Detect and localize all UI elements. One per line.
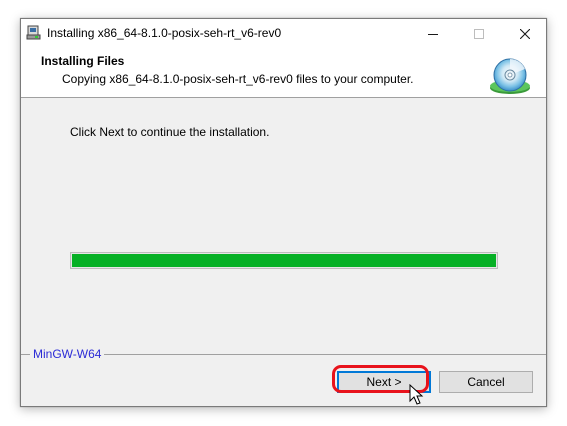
title-bar[interactable]: Installing x86_64-8.1.0-posix-seh-rt_v6-… xyxy=(21,19,546,48)
page-subtitle: Copying x86_64-8.1.0-posix-seh-rt_v6-rev… xyxy=(62,72,414,86)
minimize-icon xyxy=(428,33,438,35)
maximize-icon xyxy=(474,28,484,39)
installer-disc-icon xyxy=(490,58,530,94)
maximize-button[interactable] xyxy=(456,19,502,48)
next-button[interactable]: Next > xyxy=(337,371,431,393)
minimize-button[interactable] xyxy=(410,19,456,48)
page-title: Installing Files xyxy=(41,54,125,68)
cancel-button[interactable]: Cancel xyxy=(439,371,533,393)
close-icon xyxy=(520,28,530,39)
installer-window: Installing x86_64-8.1.0-posix-seh-rt_v6-… xyxy=(20,18,547,407)
progress-fill xyxy=(72,254,496,267)
close-button[interactable] xyxy=(502,19,548,48)
window-title: Installing x86_64-8.1.0-posix-seh-rt_v6-… xyxy=(47,26,282,40)
installer-app-icon xyxy=(26,25,41,40)
install-progress-bar xyxy=(70,252,498,269)
wizard-header: Installing Files Copying x86_64-8.1.0-po… xyxy=(21,48,546,98)
branding-label: MinGW-W64 xyxy=(30,347,105,361)
instruction-text: Click Next to continue the installation. xyxy=(70,125,270,139)
